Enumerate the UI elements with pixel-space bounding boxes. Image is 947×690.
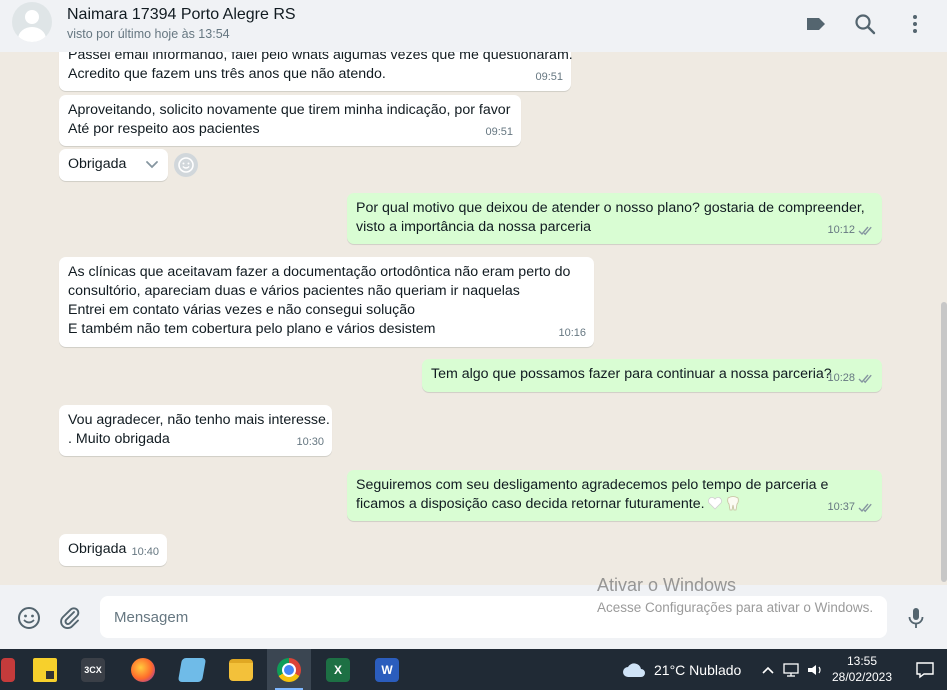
message-incoming[interactable]: Aproveitando, solicito novamente que tir…: [59, 95, 521, 146]
notification-center-icon[interactable]: [903, 649, 947, 690]
volume-icon[interactable]: [804, 649, 826, 690]
message-outgoing[interactable]: Tem algo que possamos fazer para continu…: [422, 359, 882, 392]
chevron-down-icon[interactable]: [144, 156, 160, 172]
word-icon[interactable]: W: [365, 649, 409, 690]
weather-text[interactable]: 21°C Nublado: [654, 662, 741, 678]
sticky-notes-icon[interactable]: [23, 649, 67, 690]
emoji-reaction-icon[interactable]: [174, 153, 198, 177]
white-heart-emoji-icon: [707, 495, 723, 511]
attach-icon[interactable]: [57, 605, 83, 631]
chat-header: Naimara 17394 Porto Alegre RS visto por …: [0, 0, 947, 52]
message-time: 10:30: [296, 436, 324, 448]
read-ticks-icon: [858, 226, 872, 236]
message-text: Vou agradecer, não tenho mais interesse.: [68, 412, 330, 428]
message-text: Passei email informando, falei pelo what…: [68, 52, 573, 63]
clock-date: 28/02/2023: [831, 670, 893, 684]
contact-avatar[interactable]: [12, 2, 52, 42]
message-time: 10:37: [827, 498, 874, 517]
weather-cloud-icon[interactable]: [612, 649, 656, 690]
message-text: . Muito obrigada: [68, 431, 170, 447]
message-text: ficamos a disposição caso decida retorna…: [356, 496, 705, 512]
file-explorer-icon[interactable]: [219, 649, 263, 690]
message-text: Até por respeito aos pacientes: [68, 121, 260, 137]
message-text: E também não tem cobertura pelo plano e …: [68, 321, 436, 337]
search-icon[interactable]: [853, 12, 877, 36]
message-text: As clínicas que aceitavam fazer a docume…: [68, 264, 571, 280]
message-outgoing[interactable]: Seguiremos com seu desligamento agradece…: [347, 470, 882, 521]
3cx-icon[interactable]: 3CX: [71, 649, 115, 690]
chrome-icon[interactable]: [267, 649, 311, 690]
message-text: visto a importância da nossa parceria: [356, 219, 592, 235]
firefox-icon[interactable]: [121, 649, 165, 690]
message-text: Acredito que fazem uns três anos que não…: [68, 66, 386, 82]
message-incoming[interactable]: Passei email informando, falei pelo what…: [59, 52, 573, 91]
label-icon[interactable]: [804, 12, 828, 36]
menu-icon[interactable]: [903, 12, 927, 36]
message-text: Seguiremos com seu desligamento agradece…: [356, 477, 829, 493]
excel-icon[interactable]: X: [316, 649, 360, 690]
tooth-emoji-icon: [725, 495, 741, 511]
message-time: 10:28: [827, 369, 874, 388]
message-time: 10:16: [558, 327, 586, 339]
message-outgoing[interactable]: Por qual motivo que deixou de atender o …: [347, 193, 882, 244]
message-incoming[interactable]: As clínicas que aceitavam fazer a docume…: [59, 257, 594, 347]
chevron-up-icon[interactable]: [756, 649, 780, 690]
notepad-icon[interactable]: [170, 649, 214, 690]
windows-taskbar: 3CX X W 21°C Nublado 13:55 28/02/2023: [0, 649, 947, 690]
message-time: 10:40: [131, 546, 159, 558]
system-clock[interactable]: 13:55 28/02/2023: [830, 653, 894, 685]
network-icon[interactable]: [780, 649, 802, 690]
mic-icon[interactable]: [903, 605, 929, 631]
contact-name[interactable]: Naimara 17394 Porto Alegre RS: [67, 6, 296, 24]
message-time: 10:12: [827, 221, 874, 240]
message-incoming[interactable]: Obrigada: [59, 149, 168, 181]
emoji-icon[interactable]: [16, 605, 42, 631]
message-text: Tem algo que possamos fazer para continu…: [431, 366, 832, 382]
message-incoming[interactable]: Vou agradecer, não tenho mais interesse.…: [59, 405, 332, 456]
message-time: 09:51: [535, 71, 563, 83]
clock-time: 13:55: [846, 654, 878, 668]
contact-last-seen: visto por último hoje às 13:54: [67, 27, 230, 41]
chat-scrollbar[interactable]: [941, 52, 947, 585]
message-text: consultório, apareciam duas e vários pac…: [68, 283, 520, 299]
message-text: Por qual motivo que deixou de atender o …: [356, 200, 865, 216]
message-time: 09:51: [485, 126, 513, 138]
message-list[interactable]: Passei email informando, falei pelo what…: [0, 52, 947, 585]
message-text: Aproveitando, solicito novamente que tir…: [68, 102, 511, 118]
message-incoming[interactable]: Obrigada 10:40: [59, 534, 167, 566]
read-ticks-icon: [858, 503, 872, 513]
message-text: Entrei em contato várias vezes e não con…: [68, 302, 416, 318]
composer: [0, 585, 947, 649]
read-ticks-icon: [858, 374, 872, 384]
message-input[interactable]: [100, 596, 887, 638]
